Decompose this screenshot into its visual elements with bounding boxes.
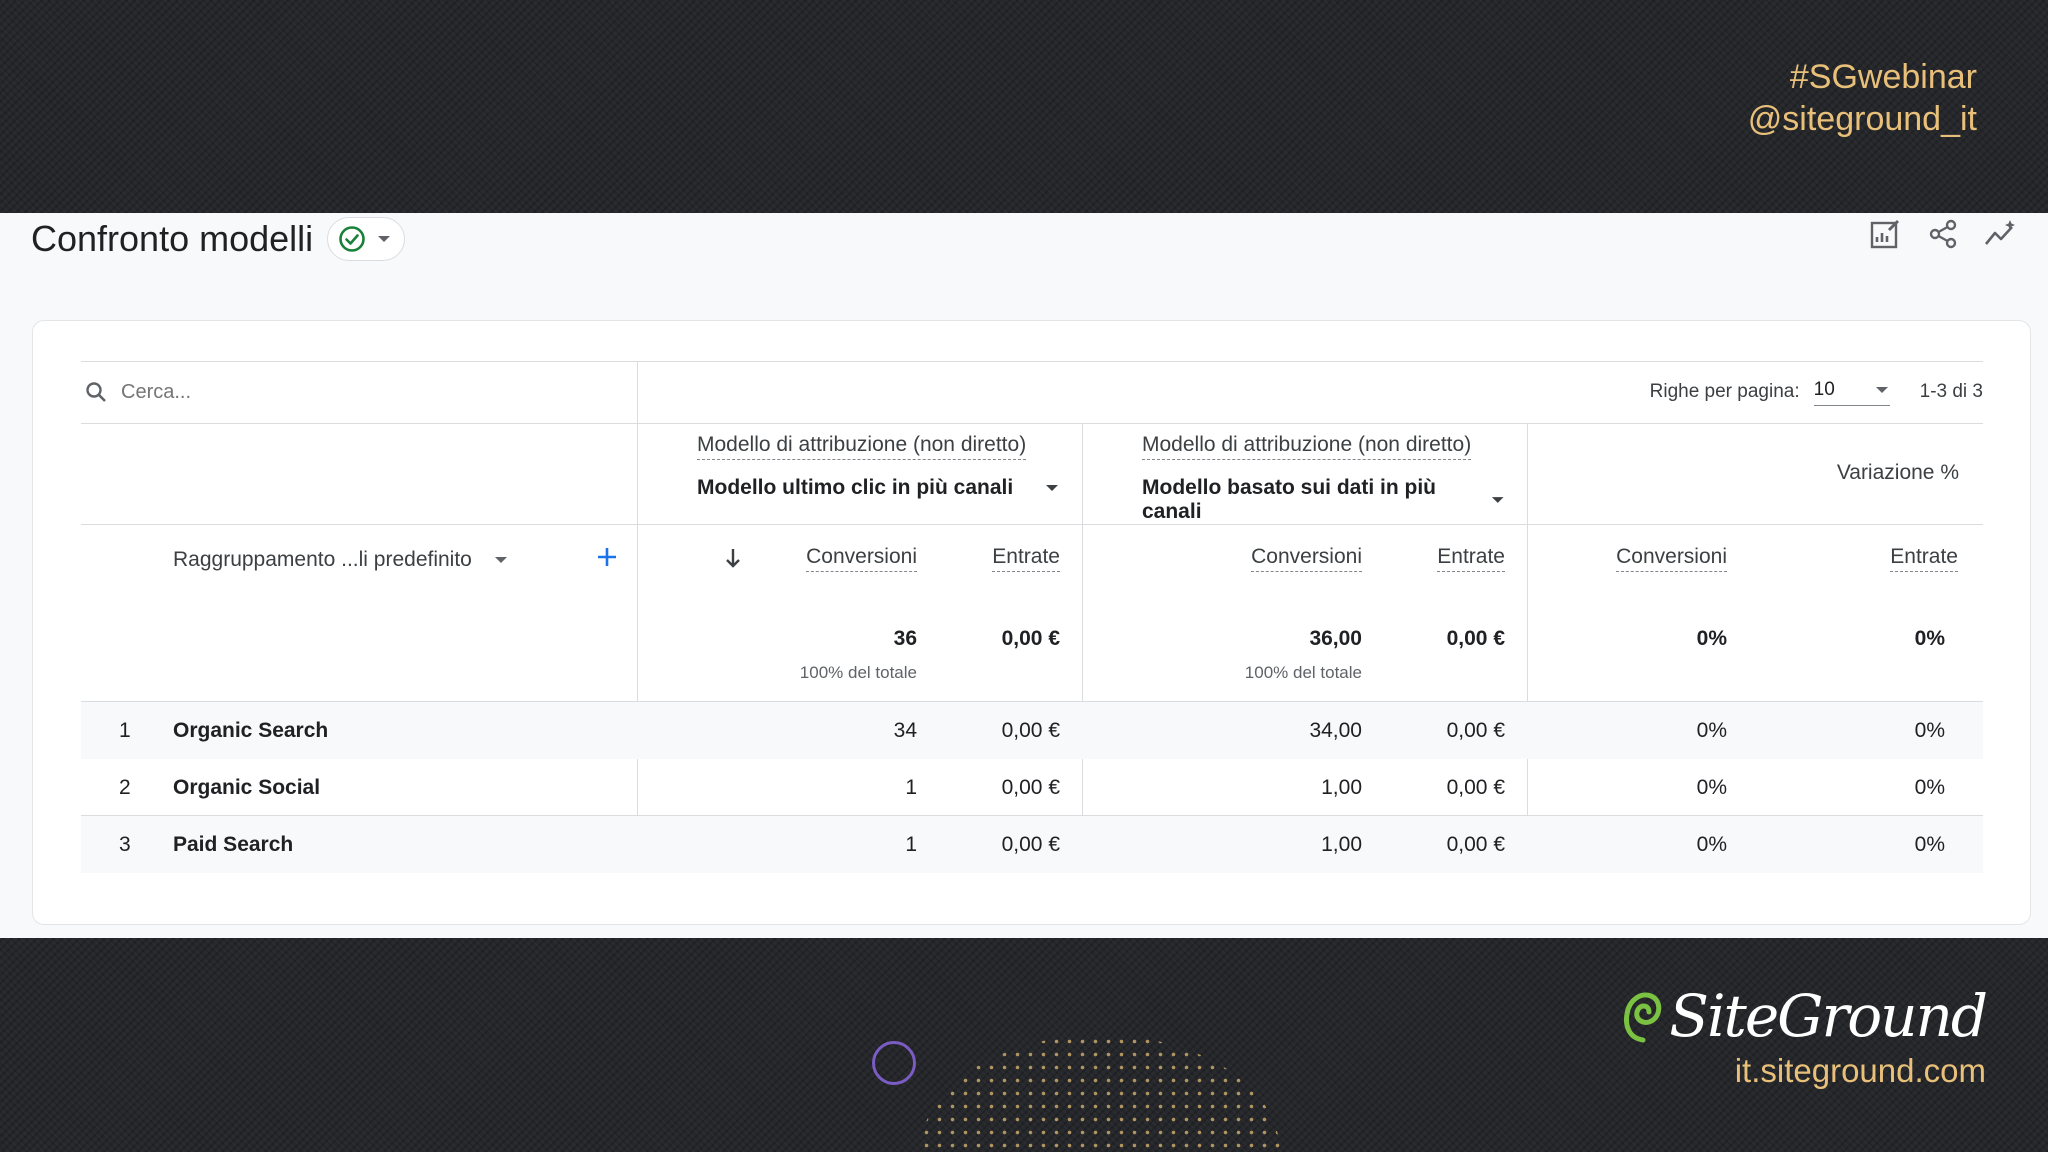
row-conversions-2: 1,00 <box>1321 776 1362 799</box>
search-input[interactable] <box>121 380 541 404</box>
handle-text: @siteground_it <box>1747 100 1977 138</box>
row-conversions-1: 1 <box>905 833 917 856</box>
plus-icon <box>598 548 616 566</box>
sort-descending-icon[interactable] <box>725 547 741 569</box>
table-row[interactable]: 2 Organic Social 1 0,00 € 1,00 0,00 € 0%… <box>81 759 1983 816</box>
metric-conversions-1[interactable]: Conversioni <box>806 545 917 572</box>
report-card: Righe per pagina: 10 1-3 di 3 Modello di… <box>32 320 2031 925</box>
decorative-dots <box>920 1035 1280 1152</box>
add-dimension-button[interactable] <box>589 539 625 575</box>
row-channel[interactable]: Organic Search <box>173 702 328 759</box>
title-row: Confronto modelli <box>31 217 406 261</box>
total-share-1: 100% del totale <box>799 663 917 682</box>
model-name: Modello ultimo clic in più canali <box>697 476 1014 499</box>
chevron-down-icon <box>1046 485 1058 491</box>
row-revenue-2: 0,00 € <box>1446 719 1505 742</box>
row-revenue-variation: 0% <box>1914 833 1945 856</box>
table-row[interactable]: 3 Paid Search 1 0,00 € 1,00 0,00 € 0% 0% <box>81 816 1983 873</box>
search-icon <box>86 382 106 402</box>
check-circle-icon <box>339 226 365 252</box>
total-conversions-variation: 0% <box>1696 627 1727 650</box>
row-revenue-variation: 0% <box>1914 776 1945 799</box>
brand-url: it.siteground.com <box>1734 1052 1986 1089</box>
edit-report-button[interactable] <box>1868 217 1902 251</box>
metric-conversions-variation[interactable]: Conversioni <box>1616 545 1727 572</box>
metric-revenue-variation[interactable]: Entrate <box>1890 545 1958 572</box>
model-name: Modello basato sui dati in più canali <box>1142 476 1437 523</box>
edit-report-icon <box>1870 219 1900 249</box>
row-revenue-variation: 0% <box>1914 719 1945 742</box>
analytics-panel: Confronto modelli Cerca... Righe per pag… <box>0 213 2048 938</box>
page-title: Confronto modelli <box>31 218 314 259</box>
metric-revenue-1[interactable]: Entrate <box>992 545 1060 572</box>
metric-revenue-2[interactable]: Entrate <box>1437 545 1505 572</box>
row-index: 1 <box>119 719 131 742</box>
model-select-2[interactable]: Modello basato sui dati in più canali <box>1142 476 1505 524</box>
insights-button[interactable] <box>1984 217 2018 251</box>
chevron-down-icon <box>494 556 507 563</box>
rows-per-page-label: Righe per pagina: <box>1649 381 1800 402</box>
model-header-1: Modello di attribuzione (non diretto) Mo… <box>697 433 1060 500</box>
row-channel[interactable]: Paid Search <box>173 816 293 873</box>
dimension-select[interactable]: Raggruppamento ...li predefinito <box>173 548 508 572</box>
row-conversions-2: 1,00 <box>1321 833 1362 856</box>
row-conversions-variation: 0% <box>1696 833 1727 856</box>
chevron-down-icon <box>1491 497 1504 503</box>
hashtag-text: #SGwebinar <box>1789 58 1977 96</box>
brand-name: SiteGround <box>1669 982 1988 1050</box>
siteground-brand: SiteGround it.siteground.com <box>1621 982 1988 1091</box>
model-caption: Modello di attribuzione (non diretto) <box>1142 433 1472 460</box>
row-conversions-1: 34 <box>893 719 917 742</box>
row-conversions-1: 1 <box>905 776 917 799</box>
total-share-2: 100% del totale <box>1244 663 1362 682</box>
row-revenue-1: 0,00 € <box>1001 776 1060 799</box>
model-caption: Modello di attribuzione (non diretto) <box>697 433 1027 460</box>
insights-icon <box>1984 220 2015 245</box>
header-actions <box>1868 217 2018 251</box>
model-select-1[interactable]: Modello ultimo clic in più canali <box>697 476 1060 500</box>
total-revenue-variation: 0% <box>1914 627 1945 650</box>
row-revenue-1: 0,00 € <box>1001 719 1060 742</box>
report-status-chip[interactable] <box>327 217 406 261</box>
variation-header: Variazione % <box>1836 461 1959 484</box>
row-index: 3 <box>119 833 131 856</box>
row-revenue-2: 0,00 € <box>1446 776 1505 799</box>
share-icon <box>1929 219 1957 249</box>
dimension-label: Raggruppamento ...li predefinito <box>173 548 472 571</box>
row-conversions-variation: 0% <box>1696 719 1727 742</box>
chevron-down-icon <box>1875 386 1888 393</box>
row-index: 2 <box>119 776 131 799</box>
brand-logo: SiteGround <box>1621 982 1988 1050</box>
total-conversions-1: 36 <box>893 627 917 650</box>
page-range: 1-3 di 3 <box>1919 381 1983 402</box>
table-row[interactable]: 1 Organic Search 34 0,00 € 34,00 0,00 € … <box>81 702 1983 759</box>
total-revenue-1: 0,00 € <box>1001 627 1060 650</box>
row-conversions-2: 34,00 <box>1309 719 1362 742</box>
row-conversions-variation: 0% <box>1696 776 1727 799</box>
chevron-down-icon <box>378 236 391 242</box>
webinar-tags: #SGwebinar @siteground_it <box>1748 56 1977 140</box>
decorative-ring <box>872 1041 916 1085</box>
metric-conversions-2[interactable]: Conversioni <box>1251 545 1362 572</box>
toolbar-rule <box>81 423 1983 424</box>
total-revenue-2: 0,00 € <box>1446 627 1505 650</box>
share-button[interactable] <box>1926 217 1960 251</box>
row-channel[interactable]: Organic Social <box>173 759 320 816</box>
row-revenue-1: 0,00 € <box>1001 833 1060 856</box>
rows-per-page-value: 10 <box>1813 378 1835 400</box>
model-header-rule <box>81 524 1983 525</box>
pagination: Righe per pagina: 10 1-3 di 3 <box>1650 361 1983 423</box>
swirl-logo-icon <box>1624 992 1662 1043</box>
total-conversions-2: 36,00 <box>1309 627 1362 650</box>
row-revenue-2: 0,00 € <box>1446 833 1505 856</box>
rows-per-page-select[interactable]: 10 <box>1813 378 1890 406</box>
model-header-2: Modello di attribuzione (non diretto) Mo… <box>1142 433 1505 524</box>
table-search <box>81 361 637 423</box>
